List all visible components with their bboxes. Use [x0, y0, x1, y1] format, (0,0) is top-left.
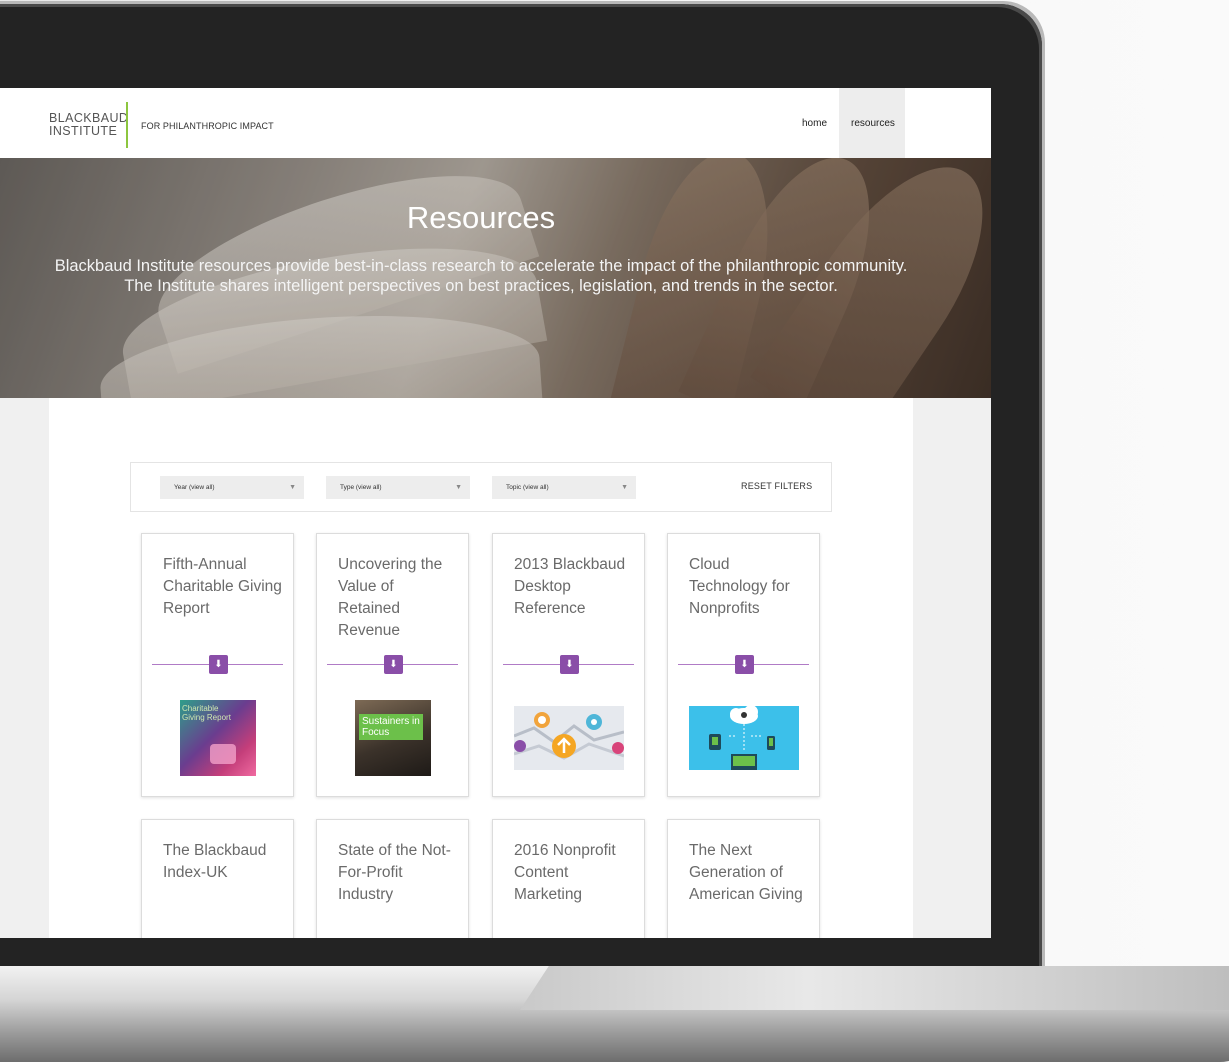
- chevron-down-icon: ▼: [455, 484, 462, 491]
- download-icon[interactable]: ⬇: [560, 655, 579, 674]
- card-title: 2013 Blackbaud Desktop Reference: [514, 556, 626, 617]
- topic-filter-label: Topic (view all): [506, 484, 549, 491]
- resource-card[interactable]: Cloud Technology for Nonprofits ⬇: [667, 533, 820, 797]
- sustainers-in-focus-cover: Sustainers in Focus: [355, 700, 431, 776]
- laptop-base-lip: [520, 966, 1229, 1010]
- resource-card[interactable]: Fifth-Annual Charitable Giving Report ⬇ …: [141, 533, 294, 797]
- nav-resources[interactable]: resources: [839, 88, 906, 158]
- laptop-screen: BLACKBAUD INSTITUTE FOR PHILANTHROPIC IM…: [0, 88, 991, 938]
- card-title: Fifth-Annual Charitable Giving Report: [163, 556, 282, 617]
- page-title: Resources: [406, 200, 556, 235]
- card-title: The Blackbaud Index-UK: [163, 842, 267, 881]
- card-title: State of the Not-For-Profit Industry: [338, 842, 451, 903]
- year-filter-select[interactable]: Year (view all) ▼: [160, 476, 304, 499]
- hero-banner: Resources Blackbaud Institute resources …: [0, 158, 991, 398]
- thumb-label: Sustainers in Focus: [359, 714, 423, 740]
- charitable-giving-report-cover: Charitable Giving Report: [180, 700, 256, 776]
- map-pins-illustration: [514, 706, 624, 770]
- download-icon[interactable]: ⬇: [209, 655, 228, 674]
- cloud-devices-illustration: [689, 706, 799, 770]
- nav-home[interactable]: home: [790, 88, 839, 158]
- logo-line-2: INSTITUTE: [49, 124, 118, 138]
- resource-card[interactable]: 2013 Blackbaud Desktop Reference ⬇: [492, 533, 645, 797]
- resource-card[interactable]: Uncovering the Value of Retained Revenue…: [316, 533, 469, 797]
- reset-filters-button[interactable]: RESET FILTERS: [741, 481, 812, 491]
- filter-bar: Year (view all) ▼ Type (view all) ▼ Topi…: [130, 462, 832, 512]
- hero-description: Blackbaud Institute resources provide be…: [54, 257, 908, 295]
- card-title: 2016 Nonprofit Content Marketing: [514, 842, 616, 903]
- blackbaud-institute-logo[interactable]: BLACKBAUD INSTITUTE: [49, 112, 128, 138]
- logo-divider: [126, 102, 128, 148]
- resource-card[interactable]: State of the Not-For-Profit Industry: [316, 819, 469, 938]
- year-filter-label: Year (view all): [174, 484, 215, 491]
- thumb-label: Charitable Giving Report: [182, 704, 231, 722]
- resource-card[interactable]: The Next Generation of American Giving: [667, 819, 820, 938]
- topic-filter-select[interactable]: Topic (view all) ▼: [492, 476, 636, 499]
- card-title: Cloud Technology for Nonprofits: [689, 556, 790, 617]
- download-icon[interactable]: ⬇: [735, 655, 754, 674]
- main-nav: home resources: [790, 88, 906, 158]
- chevron-down-icon: ▼: [621, 484, 628, 491]
- download-icon[interactable]: ⬇: [384, 655, 403, 674]
- card-title: The Next Generation of American Giving: [689, 842, 803, 903]
- site-header: BLACKBAUD INSTITUTE FOR PHILANTHROPIC IM…: [0, 88, 991, 158]
- resource-card[interactable]: The Blackbaud Index-UK: [141, 819, 294, 938]
- type-filter-select[interactable]: Type (view all) ▼: [326, 476, 470, 499]
- resource-card[interactable]: 2016 Nonprofit Content Marketing: [492, 819, 645, 938]
- card-title: Uncovering the Value of Retained Revenue: [338, 556, 443, 639]
- tagline: FOR PHILANTHROPIC IMPACT: [141, 121, 274, 131]
- type-filter-label: Type (view all): [340, 484, 382, 491]
- chevron-down-icon: ▼: [289, 484, 296, 491]
